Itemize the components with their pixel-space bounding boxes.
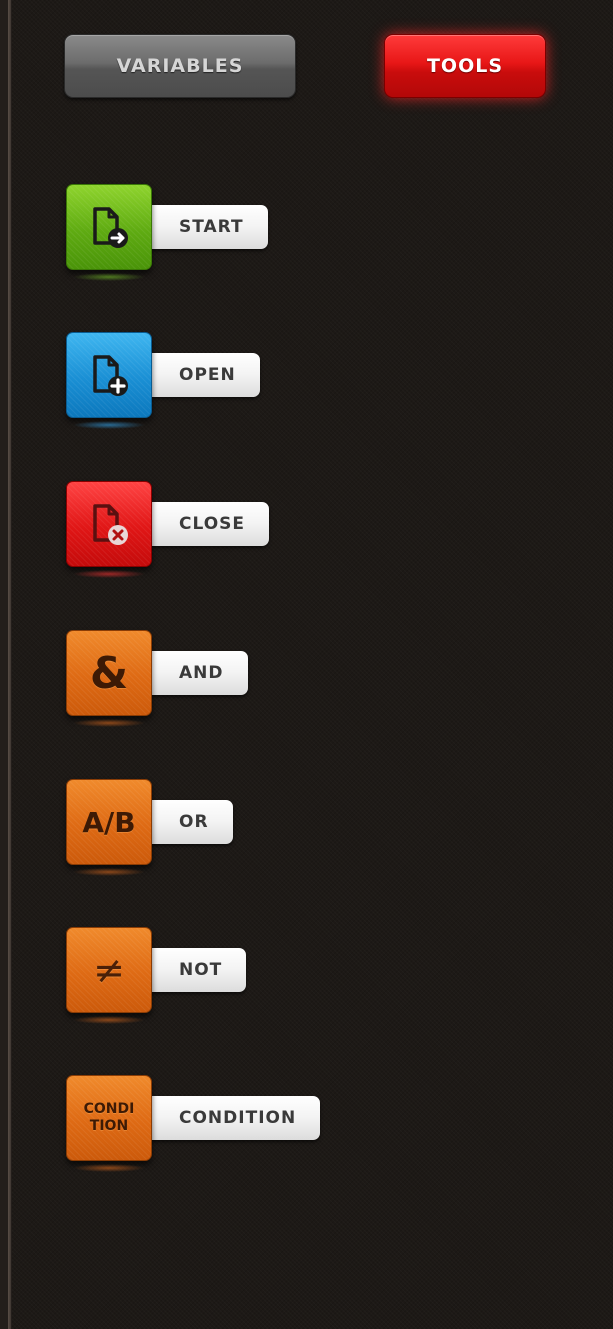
open-tool-icon-tile[interactable] bbox=[66, 332, 152, 429]
ampersand-icon: & bbox=[89, 647, 129, 699]
and-tool-label[interactable]: AND bbox=[146, 651, 248, 695]
start-tool-label[interactable]: START bbox=[146, 205, 268, 249]
or-tool-label[interactable]: OR bbox=[146, 800, 233, 844]
tools-tab-label: TOOLS bbox=[426, 55, 504, 77]
start-tool-icon-tile[interactable] bbox=[66, 184, 152, 281]
a-slash-b-icon: A/B bbox=[82, 805, 136, 839]
close-tool-label[interactable]: CLOSE bbox=[146, 502, 270, 546]
variables-tab-button[interactable]: VARIABLES bbox=[64, 34, 296, 98]
open-tool-label[interactable]: OPEN bbox=[146, 353, 260, 397]
close-tool-icon-tile[interactable] bbox=[66, 481, 152, 578]
not-tool-icon-tile[interactable]: ≠ bbox=[66, 927, 152, 1024]
condition-icon-line1: CONDI bbox=[83, 1101, 135, 1117]
not-tool-label[interactable]: NOT bbox=[146, 948, 247, 992]
document-arrow-icon bbox=[93, 207, 128, 248]
variables-tab-label: VARIABLES bbox=[116, 55, 244, 77]
panel-left-border bbox=[0, 0, 12, 1329]
or-tool-icon-tile[interactable]: A/B bbox=[66, 779, 152, 876]
tools-tab-button[interactable]: TOOLS bbox=[384, 34, 546, 98]
document-plus-icon bbox=[93, 355, 128, 396]
not-equal-icon: ≠ bbox=[93, 948, 125, 992]
condition-tool-label[interactable]: CONDITION bbox=[146, 1096, 321, 1140]
document-x-icon bbox=[93, 504, 128, 545]
and-tool-icon-tile[interactable]: & bbox=[66, 630, 152, 727]
condition-icon-line2: TION bbox=[89, 1118, 129, 1134]
condition-tool-icon-tile[interactable]: CONDI TION bbox=[66, 1075, 152, 1172]
tools-panel: VARIABLES TOOLS START OPEN CLOSE & AND A… bbox=[0, 0, 613, 1329]
condition-icon: CONDI TION bbox=[84, 1101, 135, 1135]
